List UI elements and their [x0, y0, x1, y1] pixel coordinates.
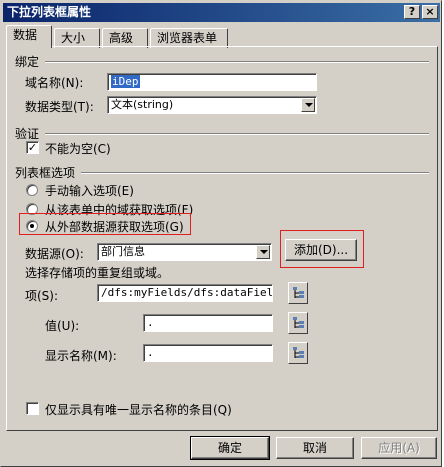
unique-only-label: 仅显示具有唯一显示名称的条目(Q) [45, 403, 232, 417]
field-name-label: 域名称(N): [25, 76, 84, 90]
properties-dialog: 下拉列表框属性 ? × 数据 大小 高级 浏览器表单 绑定 域名称(N): iD… [0, 0, 442, 467]
radio-manual[interactable] [26, 184, 38, 196]
item-select-xpath-button[interactable] [288, 282, 308, 304]
help-icon: ? [408, 5, 416, 18]
tab-browser-forms-label: 浏览器表单 [157, 31, 218, 45]
help-button[interactable]: ? [404, 5, 420, 19]
validation-separator [45, 133, 429, 135]
highlight-box-external [19, 213, 191, 235]
not-empty-label: 不能为空(C) [45, 142, 111, 156]
item-xpath-input[interactable]: /dfs:myFields/dfs:dataFields/ [97, 284, 273, 302]
value-xpath-value: . [147, 316, 154, 329]
item-xpath-value: /dfs:myFields/dfs:dataFields/ [101, 286, 273, 299]
display-name-xpath-input[interactable]: . [143, 344, 273, 362]
data-type-select[interactable]: 文本(string) [107, 96, 317, 114]
ok-button[interactable]: 确定 [190, 436, 270, 460]
binding-section-title: 绑定 [15, 55, 40, 69]
ok-button-label: 确定 [217, 441, 242, 455]
highlight-box-add [280, 230, 364, 268]
check-icon: ✓ [27, 141, 38, 154]
tab-size[interactable]: 大小 [54, 28, 100, 48]
datasource-select[interactable]: 部门信息 [97, 243, 272, 261]
list-options-section-title: 列表框选项 [15, 166, 76, 180]
chevron-down-icon[interactable] [256, 245, 270, 259]
binding-separator [45, 61, 429, 63]
chevron-down-icon[interactable] [301, 98, 315, 112]
data-type-value: 文本(string) [111, 98, 174, 111]
close-button[interactable]: × [422, 5, 438, 19]
not-empty-checkbox[interactable]: ✓ [26, 141, 39, 154]
field-name-value: iDep [111, 75, 140, 88]
apply-button-label: 应用(A) [378, 441, 420, 455]
window-title: 下拉列表框属性 [7, 5, 92, 19]
cancel-button[interactable]: 取消 [276, 437, 354, 459]
data-type-label: 数据类型(T): [25, 100, 94, 114]
tab-browser-forms[interactable]: 浏览器表单 [150, 28, 228, 48]
validation-section-title: 验证 [15, 127, 40, 141]
list-options-separator [81, 172, 429, 174]
radio-manual-label: 手动输入选项(E) [45, 184, 134, 198]
apply-button[interactable]: 应用(A) [361, 437, 437, 459]
tab-size-label: 大小 [61, 31, 86, 45]
tree-icon [293, 287, 304, 298]
tab-advanced-label: 高级 [109, 31, 134, 45]
datasource-value: 部门信息 [101, 245, 145, 258]
value-xpath-input[interactable]: . [143, 314, 273, 332]
display-name-label: 显示名称(M): [45, 349, 117, 363]
datasource-label: 数据源(O): [25, 247, 84, 261]
value-select-xpath-button[interactable] [288, 312, 308, 334]
display-name-xpath-value: . [147, 346, 154, 359]
field-name-input[interactable]: iDep [107, 73, 317, 91]
tree-icon [293, 317, 304, 328]
tab-advanced[interactable]: 高级 [102, 28, 148, 48]
close-icon: × [425, 5, 435, 18]
item-label: 项(S): [25, 289, 59, 303]
repeat-group-hint: 选择存储项的重复组或域。 [25, 266, 170, 280]
tab-data[interactable]: 数据 [6, 25, 52, 48]
tree-icon [293, 347, 304, 358]
display-name-select-xpath-button[interactable] [288, 342, 308, 364]
unique-only-checkbox[interactable] [26, 402, 39, 415]
cancel-button-label: 取消 [302, 441, 327, 455]
tab-data-label: 数据 [13, 28, 38, 42]
value-label: 值(U): [45, 319, 80, 333]
title-bar[interactable]: 下拉列表框属性 ? × [3, 3, 440, 22]
